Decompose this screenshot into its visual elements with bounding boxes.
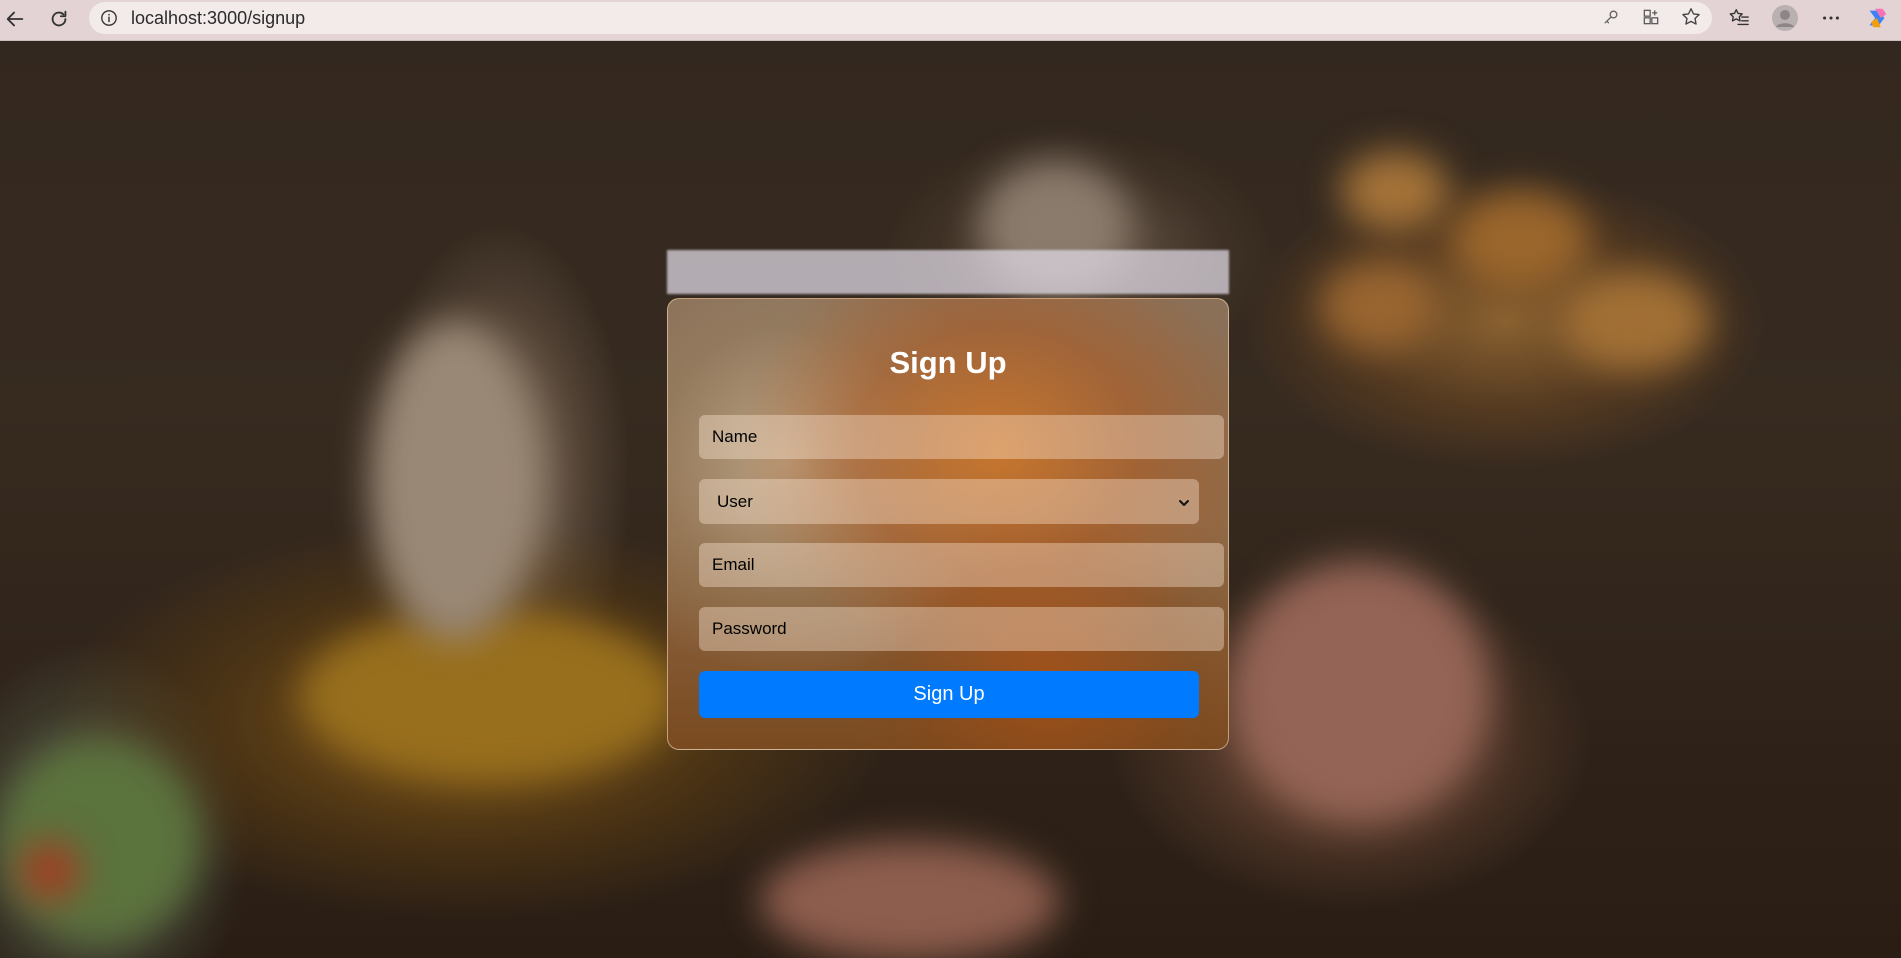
address-bar[interactable]: localhost:3000/signup [89,2,1712,34]
password-input[interactable]: Password [699,607,1224,651]
info-icon[interactable] [99,8,119,28]
copilot-icon[interactable] [1863,4,1891,32]
reload-icon[interactable] [44,4,74,34]
chevron-down-icon [1177,495,1191,509]
background-navbar-strip [667,250,1229,294]
profile-icon[interactable] [1771,4,1799,32]
back-icon[interactable] [0,4,30,34]
browser-toolbar: localhost:3000/signup [0,0,1901,41]
name-input[interactable]: Name [699,415,1224,459]
key-icon[interactable] [1600,6,1622,28]
role-selected-value: User [717,491,753,511]
apps-icon[interactable] [1640,6,1662,28]
more-icon[interactable] [1817,4,1845,32]
email-placeholder: Email [712,555,755,574]
page-title: Sign Up [889,345,1007,380]
name-placeholder: Name [712,427,758,446]
signup-card: Sign Up Name User Email Password Sign Up [667,298,1229,750]
email-input[interactable]: Email [699,543,1224,587]
password-placeholder: Password [712,619,787,638]
url-text: localhost:3000/signup [131,7,306,28]
favorites-icon[interactable] [1725,4,1753,32]
star-icon[interactable] [1680,6,1702,28]
signup-button[interactable]: Sign Up [699,671,1199,718]
role-select[interactable]: User [699,479,1199,524]
